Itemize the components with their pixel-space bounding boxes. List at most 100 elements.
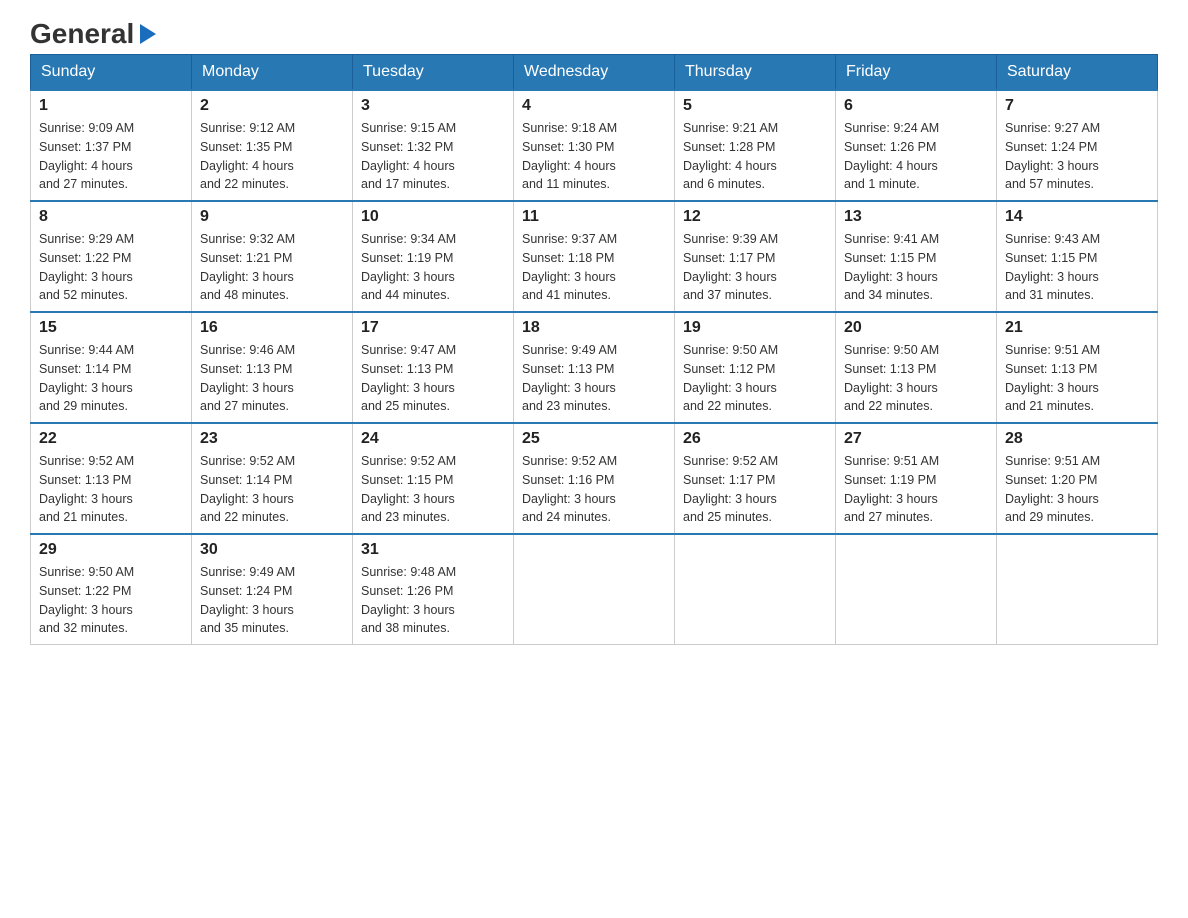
calendar-week-5: 29 Sunrise: 9:50 AMSunset: 1:22 PMDayligh… — [31, 534, 1158, 645]
calendar-day-6: 6 Sunrise: 9:24 AMSunset: 1:26 PMDaylight… — [836, 90, 997, 201]
day-number: 13 — [844, 208, 988, 226]
day-info: Sunrise: 9:50 AMSunset: 1:13 PMDaylight:… — [844, 341, 988, 416]
day-info: Sunrise: 9:43 AMSunset: 1:15 PMDaylight:… — [1005, 230, 1149, 305]
day-info: Sunrise: 9:52 AMSunset: 1:13 PMDaylight:… — [39, 452, 183, 527]
weekday-header-thursday: Thursday — [675, 55, 836, 91]
day-info: Sunrise: 9:41 AMSunset: 1:15 PMDaylight:… — [844, 230, 988, 305]
day-number: 2 — [200, 97, 344, 115]
day-number: 28 — [1005, 430, 1149, 448]
day-info: Sunrise: 9:09 AMSunset: 1:37 PMDaylight:… — [39, 119, 183, 194]
day-number: 31 — [361, 541, 505, 559]
calendar-week-3: 15Sunrise: 9:44 AMSunset: 1:14 PMDayligh… — [31, 312, 1158, 423]
calendar-day-22: 22 Sunrise: 9:52 AMSunset: 1:13 PMDayligh… — [31, 423, 192, 534]
weekday-header-saturday: Saturday — [997, 55, 1158, 91]
header: General — [30, 20, 1158, 44]
day-number: 26 — [683, 430, 827, 448]
day-number: 12 — [683, 208, 827, 226]
day-info: Sunrise: 9:46 AMSunset: 1:13 PMDaylight:… — [200, 341, 344, 416]
calendar-day-15: 15Sunrise: 9:44 AMSunset: 1:14 PMDayligh… — [31, 312, 192, 423]
day-number: 9 — [200, 208, 344, 226]
day-number: 15 — [39, 319, 183, 337]
day-info: Sunrise: 9:52 AMSunset: 1:15 PMDaylight:… — [361, 452, 505, 527]
day-info: Sunrise: 9:47 AMSunset: 1:13 PMDaylight:… — [361, 341, 505, 416]
day-info: Sunrise: 9:18 AMSunset: 1:30 PMDaylight:… — [522, 119, 666, 194]
day-info: Sunrise: 9:51 AMSunset: 1:19 PMDaylight:… — [844, 452, 988, 527]
logo-arrow-icon — [134, 20, 162, 48]
day-info: Sunrise: 9:34 AMSunset: 1:19 PMDaylight:… — [361, 230, 505, 305]
day-info: Sunrise: 9:12 AMSunset: 1:35 PMDaylight:… — [200, 119, 344, 194]
calendar-day-11: 11 Sunrise: 9:37 AMSunset: 1:18 PMDayligh… — [514, 201, 675, 312]
day-number: 29 — [39, 541, 183, 559]
day-number: 20 — [844, 319, 988, 337]
calendar-day-1: 1 Sunrise: 9:09 AMSunset: 1:37 PMDaylight… — [31, 90, 192, 201]
day-info: Sunrise: 9:49 AMSunset: 1:24 PMDaylight:… — [200, 563, 344, 638]
calendar-day-29: 29 Sunrise: 9:50 AMSunset: 1:22 PMDayligh… — [31, 534, 192, 645]
day-number: 8 — [39, 208, 183, 226]
weekday-header-tuesday: Tuesday — [353, 55, 514, 91]
calendar-day-28: 28 Sunrise: 9:51 AMSunset: 1:20 PMDayligh… — [997, 423, 1158, 534]
day-number: 27 — [844, 430, 988, 448]
day-info: Sunrise: 9:37 AMSunset: 1:18 PMDaylight:… — [522, 230, 666, 305]
day-number: 4 — [522, 97, 666, 115]
calendar-day-26: 26 Sunrise: 9:52 AMSunset: 1:17 PMDayligh… — [675, 423, 836, 534]
calendar-day-24: 24 Sunrise: 9:52 AMSunset: 1:15 PMDayligh… — [353, 423, 514, 534]
weekday-header-row: SundayMondayTuesdayWednesdayThursdayFrid… — [31, 55, 1158, 91]
day-info: Sunrise: 9:52 AMSunset: 1:14 PMDaylight:… — [200, 452, 344, 527]
empty-cell — [836, 534, 997, 645]
empty-cell — [514, 534, 675, 645]
day-number: 25 — [522, 430, 666, 448]
day-info: Sunrise: 9:27 AMSunset: 1:24 PMDaylight:… — [1005, 119, 1149, 194]
calendar-day-9: 9Sunrise: 9:32 AMSunset: 1:21 PMDaylight… — [192, 201, 353, 312]
calendar-day-21: 21Sunrise: 9:51 AMSunset: 1:13 PMDayligh… — [997, 312, 1158, 423]
empty-cell — [997, 534, 1158, 645]
calendar-day-14: 14Sunrise: 9:43 AMSunset: 1:15 PMDayligh… — [997, 201, 1158, 312]
day-info: Sunrise: 9:24 AMSunset: 1:26 PMDaylight:… — [844, 119, 988, 194]
calendar-day-12: 12Sunrise: 9:39 AMSunset: 1:17 PMDayligh… — [675, 201, 836, 312]
empty-cell — [675, 534, 836, 645]
day-info: Sunrise: 9:52 AMSunset: 1:17 PMDaylight:… — [683, 452, 827, 527]
day-info: Sunrise: 9:50 AMSunset: 1:12 PMDaylight:… — [683, 341, 827, 416]
day-info: Sunrise: 9:52 AMSunset: 1:16 PMDaylight:… — [522, 452, 666, 527]
calendar-week-1: 1 Sunrise: 9:09 AMSunset: 1:37 PMDaylight… — [31, 90, 1158, 201]
day-number: 6 — [844, 97, 988, 115]
day-number: 7 — [1005, 97, 1149, 115]
weekday-header-monday: Monday — [192, 55, 353, 91]
calendar-day-13: 13 Sunrise: 9:41 AMSunset: 1:15 PMDayligh… — [836, 201, 997, 312]
day-info: Sunrise: 9:50 AMSunset: 1:22 PMDaylight:… — [39, 563, 183, 638]
day-number: 22 — [39, 430, 183, 448]
calendar-day-8: 8 Sunrise: 9:29 AMSunset: 1:22 PMDaylight… — [31, 201, 192, 312]
day-info: Sunrise: 9:51 AMSunset: 1:20 PMDaylight:… — [1005, 452, 1149, 527]
calendar-day-16: 16 Sunrise: 9:46 AMSunset: 1:13 PMDayligh… — [192, 312, 353, 423]
calendar-day-19: 19 Sunrise: 9:50 AMSunset: 1:12 PMDayligh… — [675, 312, 836, 423]
calendar-day-2: 2 Sunrise: 9:12 AMSunset: 1:35 PMDaylight… — [192, 90, 353, 201]
day-info: Sunrise: 9:29 AMSunset: 1:22 PMDaylight:… — [39, 230, 183, 305]
calendar-day-10: 10 Sunrise: 9:34 AMSunset: 1:19 PMDayligh… — [353, 201, 514, 312]
page-container: General SundayMondayTuesdayWednesdayThur… — [30, 20, 1158, 645]
weekday-header-wednesday: Wednesday — [514, 55, 675, 91]
calendar-day-25: 25 Sunrise: 9:52 AMSunset: 1:16 PMDayligh… — [514, 423, 675, 534]
day-number: 30 — [200, 541, 344, 559]
day-info: Sunrise: 9:48 AMSunset: 1:26 PMDaylight:… — [361, 563, 505, 638]
day-info: Sunrise: 9:51 AMSunset: 1:13 PMDaylight:… — [1005, 341, 1149, 416]
day-number: 24 — [361, 430, 505, 448]
calendar-week-2: 8 Sunrise: 9:29 AMSunset: 1:22 PMDaylight… — [31, 201, 1158, 312]
day-number: 1 — [39, 97, 183, 115]
day-number: 3 — [361, 97, 505, 115]
day-number: 5 — [683, 97, 827, 115]
day-number: 10 — [361, 208, 505, 226]
day-number: 16 — [200, 319, 344, 337]
calendar-day-17: 17 Sunrise: 9:47 AMSunset: 1:13 PMDayligh… — [353, 312, 514, 423]
calendar-day-3: 3 Sunrise: 9:15 AMSunset: 1:32 PMDaylight… — [353, 90, 514, 201]
day-number: 19 — [683, 319, 827, 337]
calendar-day-30: 30 Sunrise: 9:49 AMSunset: 1:24 PMDayligh… — [192, 534, 353, 645]
day-info: Sunrise: 9:15 AMSunset: 1:32 PMDaylight:… — [361, 119, 505, 194]
day-info: Sunrise: 9:49 AMSunset: 1:13 PMDaylight:… — [522, 341, 666, 416]
calendar-day-27: 27 Sunrise: 9:51 AMSunset: 1:19 PMDayligh… — [836, 423, 997, 534]
day-number: 18 — [522, 319, 666, 337]
day-number: 11 — [522, 208, 666, 226]
calendar-week-4: 22 Sunrise: 9:52 AMSunset: 1:13 PMDayligh… — [31, 423, 1158, 534]
logo: General — [30, 20, 162, 44]
calendar-day-7: 7 Sunrise: 9:27 AMSunset: 1:24 PMDaylight… — [997, 90, 1158, 201]
day-info: Sunrise: 9:21 AMSunset: 1:28 PMDaylight:… — [683, 119, 827, 194]
day-number: 17 — [361, 319, 505, 337]
